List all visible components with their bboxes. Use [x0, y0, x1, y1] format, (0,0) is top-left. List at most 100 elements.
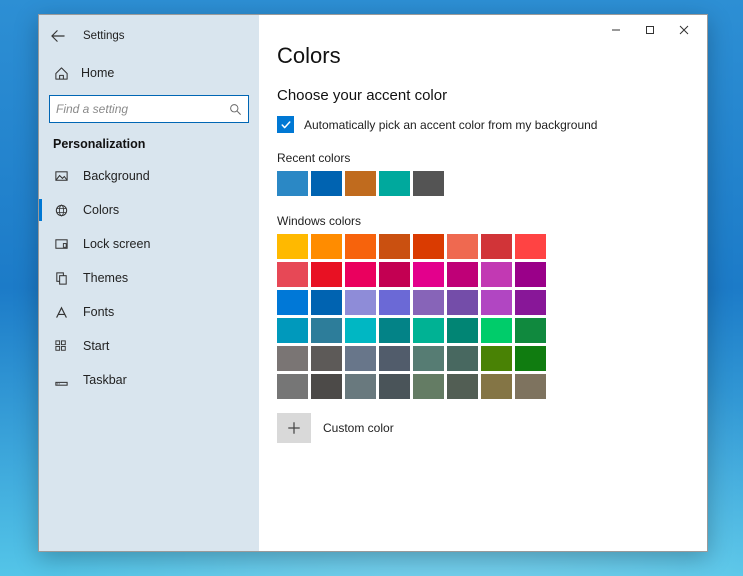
- windows-color-swatch[interactable]: [413, 374, 444, 399]
- windows-color-swatch[interactable]: [345, 290, 376, 315]
- windows-color-swatch[interactable]: [379, 234, 410, 259]
- windows-color-swatch[interactable]: [345, 374, 376, 399]
- auto-accent-checkbox[interactable]: [277, 116, 294, 133]
- windows-color-swatch[interactable]: [447, 262, 478, 287]
- windows-color-swatch[interactable]: [345, 318, 376, 343]
- windows-color-swatch[interactable]: [515, 234, 546, 259]
- windows-color-swatch[interactable]: [277, 234, 308, 259]
- sidebar-nav: Background Colors Lock screen Themes Fonts St…: [39, 159, 259, 397]
- recent-colors-grid: [277, 171, 447, 196]
- windows-colors-label: Windows colors: [277, 214, 689, 228]
- windows-color-swatch[interactable]: [379, 262, 410, 287]
- windows-color-swatch[interactable]: [311, 374, 342, 399]
- sidebar-item-colors[interactable]: Colors: [39, 193, 259, 227]
- windows-color-swatch[interactable]: [413, 346, 444, 371]
- home-label: Home: [81, 66, 114, 80]
- windows-color-swatch[interactable]: [379, 290, 410, 315]
- windows-color-swatch[interactable]: [413, 234, 444, 259]
- windows-color-swatch[interactable]: [515, 290, 546, 315]
- windows-color-swatch[interactable]: [379, 374, 410, 399]
- windows-color-swatch[interactable]: [481, 374, 512, 399]
- windows-color-swatch[interactable]: [413, 318, 444, 343]
- windows-color-swatch[interactable]: [345, 234, 376, 259]
- recent-color-swatch[interactable]: [277, 171, 308, 196]
- auto-accent-row[interactable]: Automatically pick an accent color from …: [277, 116, 689, 133]
- windows-color-swatch[interactable]: [481, 346, 512, 371]
- recent-colors-label: Recent colors: [277, 151, 689, 165]
- windows-color-swatch[interactable]: [447, 234, 478, 259]
- windows-color-swatch[interactable]: [481, 318, 512, 343]
- windows-color-swatch[interactable]: [311, 346, 342, 371]
- windows-color-swatch[interactable]: [515, 262, 546, 287]
- sidebar: Settings Home Personalization Background…: [39, 15, 259, 551]
- windows-color-swatch[interactable]: [379, 318, 410, 343]
- windows-color-swatch[interactable]: [515, 374, 546, 399]
- sidebar-item-start[interactable]: Start: [39, 329, 259, 363]
- recent-color-swatch[interactable]: [311, 171, 342, 196]
- back-button[interactable]: [49, 27, 67, 45]
- page-title: Colors: [277, 43, 689, 69]
- sidebar-item-label: Fonts: [83, 305, 114, 319]
- sidebar-item-label: Themes: [83, 271, 128, 285]
- windows-color-swatch[interactable]: [379, 346, 410, 371]
- custom-color-row[interactable]: Custom color: [277, 413, 689, 443]
- sidebar-item-taskbar[interactable]: Taskbar: [39, 363, 259, 397]
- windows-color-swatch[interactable]: [481, 262, 512, 287]
- windows-color-swatch[interactable]: [447, 374, 478, 399]
- windows-color-swatch[interactable]: [515, 318, 546, 343]
- recent-color-swatch[interactable]: [413, 171, 444, 196]
- recent-color-swatch[interactable]: [345, 171, 376, 196]
- main-content: Colors Choose your accent color Automati…: [259, 15, 707, 551]
- custom-color-label: Custom color: [323, 421, 394, 435]
- windows-color-swatch[interactable]: [277, 262, 308, 287]
- windows-color-swatch[interactable]: [481, 234, 512, 259]
- sidebar-item-label: Colors: [83, 203, 119, 217]
- windows-color-swatch[interactable]: [311, 318, 342, 343]
- themes-icon: [53, 270, 69, 286]
- windows-color-swatch[interactable]: [447, 346, 478, 371]
- recent-color-swatch[interactable]: [379, 171, 410, 196]
- windows-color-swatch[interactable]: [311, 262, 342, 287]
- sidebar-item-label: Background: [83, 169, 150, 183]
- sidebar-section-label: Personalization: [39, 133, 259, 159]
- windows-color-swatch[interactable]: [413, 262, 444, 287]
- windows-color-swatch[interactable]: [311, 290, 342, 315]
- windows-color-swatch[interactable]: [277, 290, 308, 315]
- sidebar-item-background[interactable]: Background: [39, 159, 259, 193]
- windows-color-swatch[interactable]: [277, 346, 308, 371]
- fonts-icon: [53, 304, 69, 320]
- windows-colors-grid: [277, 234, 557, 399]
- window-controls: [599, 19, 701, 41]
- custom-color-button[interactable]: [277, 413, 311, 443]
- sidebar-item-fonts[interactable]: Fonts: [39, 295, 259, 329]
- windows-color-swatch[interactable]: [413, 290, 444, 315]
- windows-color-swatch[interactable]: [345, 262, 376, 287]
- windows-color-swatch[interactable]: [277, 318, 308, 343]
- titlebar-left: Settings: [39, 21, 259, 51]
- windows-color-swatch[interactable]: [515, 346, 546, 371]
- background-icon: [53, 168, 69, 184]
- sidebar-item-label: Start: [83, 339, 109, 353]
- search-input[interactable]: [56, 102, 229, 116]
- search-icon: [229, 103, 242, 116]
- app-title: Settings: [83, 30, 125, 42]
- search-input-wrap[interactable]: [49, 95, 249, 123]
- close-button[interactable]: [667, 19, 701, 41]
- taskbar-icon: [53, 372, 69, 388]
- sidebar-item-home[interactable]: Home: [39, 57, 259, 89]
- windows-color-swatch[interactable]: [447, 290, 478, 315]
- minimize-button[interactable]: [599, 19, 633, 41]
- home-icon: [53, 65, 69, 81]
- lock-screen-icon: [53, 236, 69, 252]
- colors-icon: [53, 202, 69, 218]
- windows-color-swatch[interactable]: [345, 346, 376, 371]
- sidebar-item-themes[interactable]: Themes: [39, 261, 259, 295]
- auto-accent-label: Automatically pick an accent color from …: [304, 118, 597, 132]
- sidebar-item-lock-screen[interactable]: Lock screen: [39, 227, 259, 261]
- windows-color-swatch[interactable]: [447, 318, 478, 343]
- maximize-button[interactable]: [633, 19, 667, 41]
- windows-color-swatch[interactable]: [481, 290, 512, 315]
- windows-color-swatch[interactable]: [277, 374, 308, 399]
- start-icon: [53, 338, 69, 354]
- windows-color-swatch[interactable]: [311, 234, 342, 259]
